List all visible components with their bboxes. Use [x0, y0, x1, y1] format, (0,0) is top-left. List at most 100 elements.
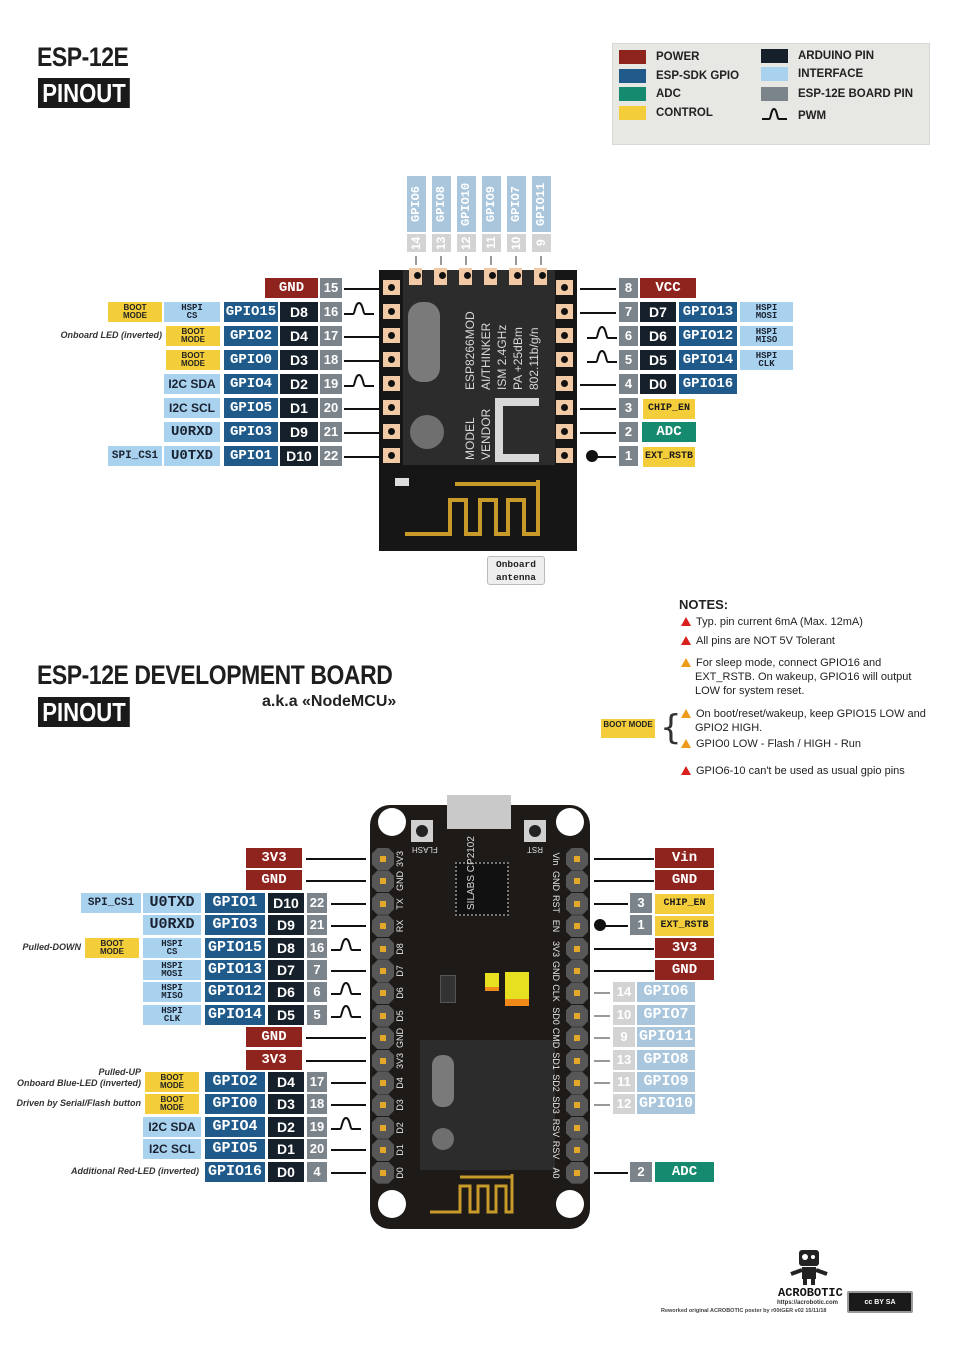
interface-label: HSPI CS	[164, 302, 220, 322]
pin-wire	[306, 880, 366, 883]
board-pin-number: 7	[619, 302, 638, 322]
board-pin-number: 9	[613, 1027, 635, 1048]
header-pin	[372, 1139, 394, 1162]
pin-wire	[580, 408, 616, 410]
pin-wire	[344, 360, 380, 362]
board-pin-number: 16	[320, 302, 342, 322]
interface-label: HSPI CLK	[143, 1004, 201, 1025]
board-pin-number: 1	[619, 446, 638, 466]
chip-pad	[383, 424, 400, 439]
rst-button-label: RST	[527, 845, 543, 854]
top-board-pin: 13	[432, 234, 451, 252]
board-pin-number: 13	[613, 1049, 635, 1070]
pin-note: Driven by Serial/Flash button	[16, 1098, 141, 1109]
legend-item-power: POWER	[619, 50, 699, 64]
arduino-pin-label: D3	[268, 1094, 304, 1115]
pin-wire	[440, 256, 442, 265]
pwm-wave-icon	[344, 373, 374, 387]
pin-wire	[490, 256, 492, 265]
board-pin-number: 17	[307, 1072, 327, 1092]
boot-mode-badge: BOOT MODE	[166, 350, 220, 370]
arduino-swatch	[761, 49, 788, 63]
gpio-pin-label: GPIO14	[205, 1004, 265, 1025]
flash-button[interactable]	[411, 820, 433, 842]
interface-label: U0RXD	[143, 915, 201, 936]
arduino-pin-label: D1	[268, 1139, 304, 1160]
gpio-pin-label: GPIO15	[224, 302, 278, 322]
interface-label: HSPI MOSI	[740, 302, 793, 322]
header-pin	[566, 1139, 588, 1162]
chip-pad	[383, 448, 400, 463]
header-pin	[372, 1004, 394, 1027]
power-pin-label: GND	[246, 1027, 302, 1048]
capacitor-large	[505, 972, 529, 1006]
header-pin	[372, 1161, 394, 1184]
pin-wire	[594, 880, 654, 883]
chip-vendor-line: AI/THINKER	[479, 322, 493, 390]
gpio-pin-label: GPIO10	[637, 1094, 695, 1115]
chip-pad	[383, 280, 400, 295]
pin-note: Pulled-UP	[98, 1067, 141, 1077]
top-gpio-label: GPIO7	[507, 176, 526, 232]
caution-icon	[681, 658, 691, 667]
note-text: For sleep mode, connect GPIO16 and EXT_R…	[695, 657, 912, 697]
pwm-wave-icon	[762, 107, 787, 120]
pin-wire	[594, 1171, 628, 1174]
board-pin-number: 21	[307, 915, 327, 936]
am1117-regulator	[440, 975, 456, 1003]
board-pin-number: 6	[619, 326, 638, 346]
chip-802-line: 802.11b/g/n	[527, 327, 541, 390]
chip-ism-line: ISM 2.4GHz	[495, 324, 509, 390]
arduino-pin-label: D6	[640, 326, 676, 346]
pin-wire	[594, 970, 654, 972]
pin-wire	[594, 1014, 610, 1017]
rst-button[interactable]	[524, 820, 546, 842]
note-item: For sleep mode, connect GPIO16 and EXT_R…	[681, 656, 931, 698]
chip-pad	[556, 376, 573, 391]
gpio-pin-label: GPIO5	[205, 1139, 265, 1160]
footer-url[interactable]: https://acrobotic.com	[777, 1300, 838, 1306]
legend-label: PWM	[798, 110, 827, 122]
gpio-pin-label: GPIO12	[205, 982, 265, 1003]
note-item: GPIO6-10 can't be used as usual gpio pin…	[681, 764, 905, 778]
pin-wire	[344, 456, 380, 458]
interface-label: I2C SCL	[164, 398, 220, 418]
interface-label: HSPI CLK	[740, 350, 793, 370]
gpio-pin-label: GPIO13	[679, 302, 737, 322]
interface2-label: SPI_CS1	[81, 892, 141, 913]
legend-label: INTERFACE	[798, 68, 864, 80]
header-pin	[566, 960, 588, 982]
adc-swatch	[619, 87, 646, 101]
notes-title: NOTES:	[679, 597, 729, 612]
gpio-pin-label: GPIO1	[205, 892, 265, 913]
gpio-pin-label: GPIO13	[205, 960, 265, 980]
pwm-wave-icon	[587, 325, 617, 339]
boot-mode-badge: BOOT MODE	[145, 1072, 199, 1092]
interface-label: I2C SDA	[143, 1116, 201, 1137]
board-pin-number: 18	[320, 350, 342, 370]
caution-icon	[681, 739, 691, 748]
power-pin-label: GND	[246, 870, 302, 891]
power-pin-label: 3V3	[655, 937, 714, 958]
gpio-pin-label: GPIO1	[224, 446, 278, 466]
arduino-pin-label: D2	[280, 374, 318, 394]
pin-wire	[515, 256, 517, 265]
pin-wire	[594, 902, 628, 905]
legend-label: ESP-SDK GPIO	[656, 70, 740, 82]
board-pin-number: 10	[613, 1004, 635, 1025]
esp12e-title: ESP-12E	[37, 42, 129, 72]
control-pin-label: EXT_RSTB	[655, 916, 714, 937]
top-board-pin: 10	[507, 234, 526, 252]
chip-pad	[383, 352, 400, 367]
pin-wire	[580, 288, 616, 290]
pin-wire	[580, 432, 616, 434]
arduino-pin-label: D1	[280, 398, 318, 418]
note-item: All pins are NOT 5V Tolerant	[681, 634, 835, 648]
top-gpio-label: GPIO6	[407, 176, 426, 232]
boot-mode-badge: BOOT MODE	[108, 302, 162, 322]
pin-wire	[331, 902, 366, 905]
note-item: On boot/reset/wakeup, keep GPIO15 LOW an…	[681, 707, 931, 735]
footer-brand: ACROBOTIC	[778, 1286, 843, 1300]
legend-item-pwm: PWM	[761, 107, 826, 125]
board-pin-number: 11	[613, 1072, 635, 1092]
